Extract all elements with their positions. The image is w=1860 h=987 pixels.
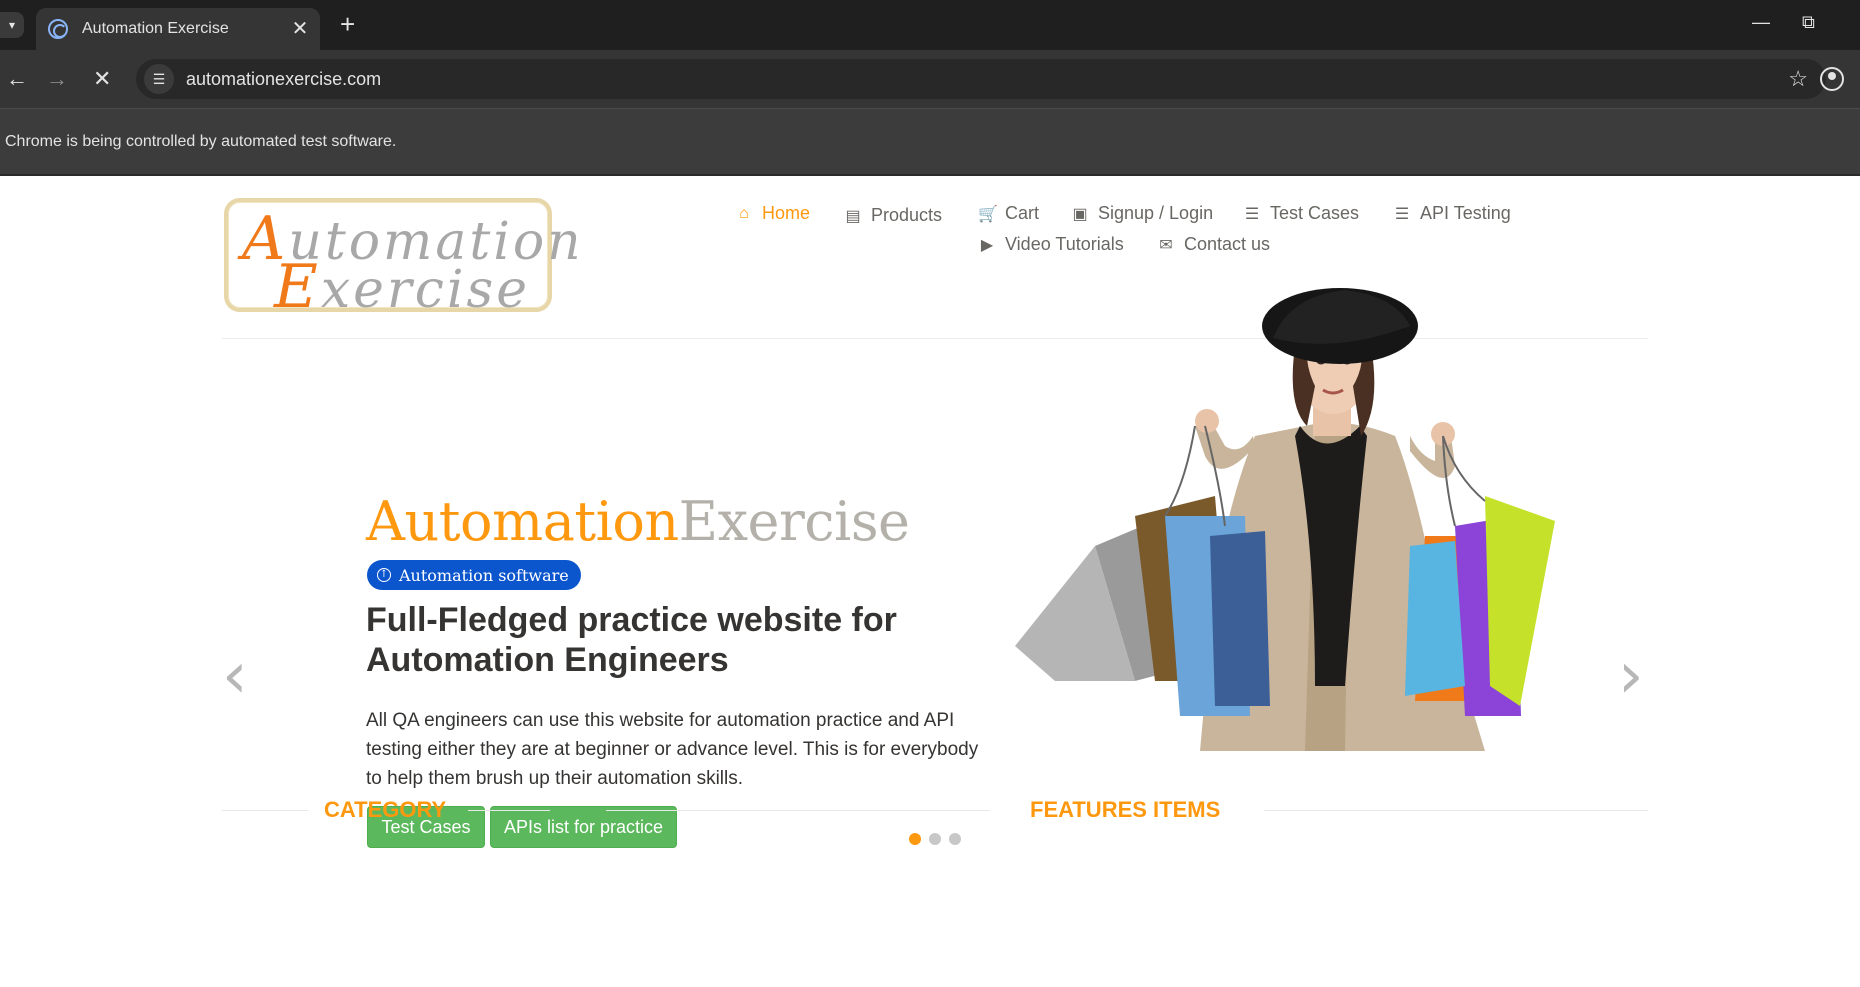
automation-infobar: Chrome is being controlled by automated … [0,108,1860,176]
new-tab-plus-icon[interactable]: + [340,11,355,37]
back-arrow-icon[interactable]: ← [6,67,28,91]
site-info-tune-icon[interactable]: ☰ [144,64,174,94]
nav-home[interactable]: ⌂ Home [735,203,810,224]
stop-loading-icon[interactable]: ✕ [93,67,111,91]
nav-video-tutorials[interactable]: ▶ Video Tutorials [978,234,1124,255]
slide-brand-title: AutomationExercise [366,490,910,553]
tab-search-dropdown-icon[interactable]: ▾ [0,12,24,38]
nav-api-testing-label: API Testing [1420,203,1511,223]
nav-signup-login[interactable]: ▣ Signup / Login [1071,203,1213,224]
briefcase-icon: ▤ [845,207,861,225]
url-text[interactable]: automationexercise.com [186,69,1788,90]
infobar-message: Chrome is being controlled by automated … [5,133,397,150]
nav-products[interactable]: ▤ Products [844,205,942,226]
lock-icon: ▣ [1072,205,1088,223]
browser-tab[interactable]: Automation Exercise ✕ [36,8,320,50]
cart-icon: 🛒 [978,205,998,223]
features-items-heading: FEATURES ITEMS [1030,797,1221,822]
nav-signup-login-label: Signup / Login [1098,203,1214,223]
browser-tab-bar: ▾ Automation Exercise ✕ + — ⧉ [0,0,1860,50]
slider-indicator-1[interactable] [909,833,921,845]
forward-arrow-icon[interactable]: → [46,67,68,91]
slider-indicator-2[interactable] [929,833,941,845]
slider-prev-chevron-icon[interactable]: ‹ [222,644,248,708]
logo-line-2: Exercise [274,252,530,322]
nav-products-label: Products [871,205,943,225]
circle-arrow-up-icon: ↑ [377,568,391,582]
browser-toolbar: ← → ✕ ☰ automationexercise.com ☆ [0,50,1860,108]
home-icon: ⌂ [739,204,749,222]
nav-test-cases[interactable]: ☰ Test Cases [1243,203,1359,224]
nav-cart-label: Cart [1005,203,1040,223]
features-rule-left [606,810,990,811]
features-rule-right [1264,810,1648,811]
profile-avatar-icon[interactable] [1820,67,1844,91]
slide-description: All QA engineers can use this website fo… [366,710,979,789]
category-heading: CATEGORY [324,797,447,822]
address-bar[interactable]: ☰ automationexercise.com ☆ [136,59,1826,99]
nav-test-cases-label: Test Cases [1270,203,1360,223]
category-rule-right [468,810,550,811]
list-icon: ☰ [1244,205,1260,223]
nav-contact-us[interactable]: ✉ Contact us [1157,234,1270,255]
slide-headline: Full-Fledged practice website for Automa… [366,601,897,679]
nav-video-tutorials-label: Video Tutorials [1005,234,1124,254]
bookmark-star-icon[interactable]: ☆ [1788,66,1808,92]
category-rule-left [222,810,308,811]
nav-contact-us-label: Contact us [1184,234,1271,254]
badge-label: Automation software [399,565,569,585]
list-icon: ☰ [1394,205,1410,223]
close-tab-icon[interactable]: ✕ [290,19,310,39]
nav-home-label: Home [762,203,811,223]
slider-indicator-3[interactable] [949,833,961,845]
site-logo[interactable]: Automation Exercise [224,198,581,322]
web-page: Automation Exercise ⌂ Home ▤ Products 🛒 … [0,176,1860,987]
hero-image-woman-shopping-bags [1015,288,1555,751]
automation-software-badge: ↑ Automation software [367,560,581,590]
nav-api-testing[interactable]: ☰ API Testing [1393,203,1511,224]
youtube-play-icon: ▶ [980,236,994,254]
restore-window-icon[interactable]: ⧉ [1802,12,1815,33]
apis-list-button[interactable]: APIs list for practice [490,806,677,848]
tab-title: Automation Exercise [82,20,229,37]
slider-indicators [909,833,961,845]
minimize-window-icon[interactable]: — [1752,12,1770,33]
envelope-icon: ✉ [1159,236,1173,254]
nav-cart[interactable]: 🛒 Cart [978,203,1039,224]
site-favicon-icon [48,19,68,39]
